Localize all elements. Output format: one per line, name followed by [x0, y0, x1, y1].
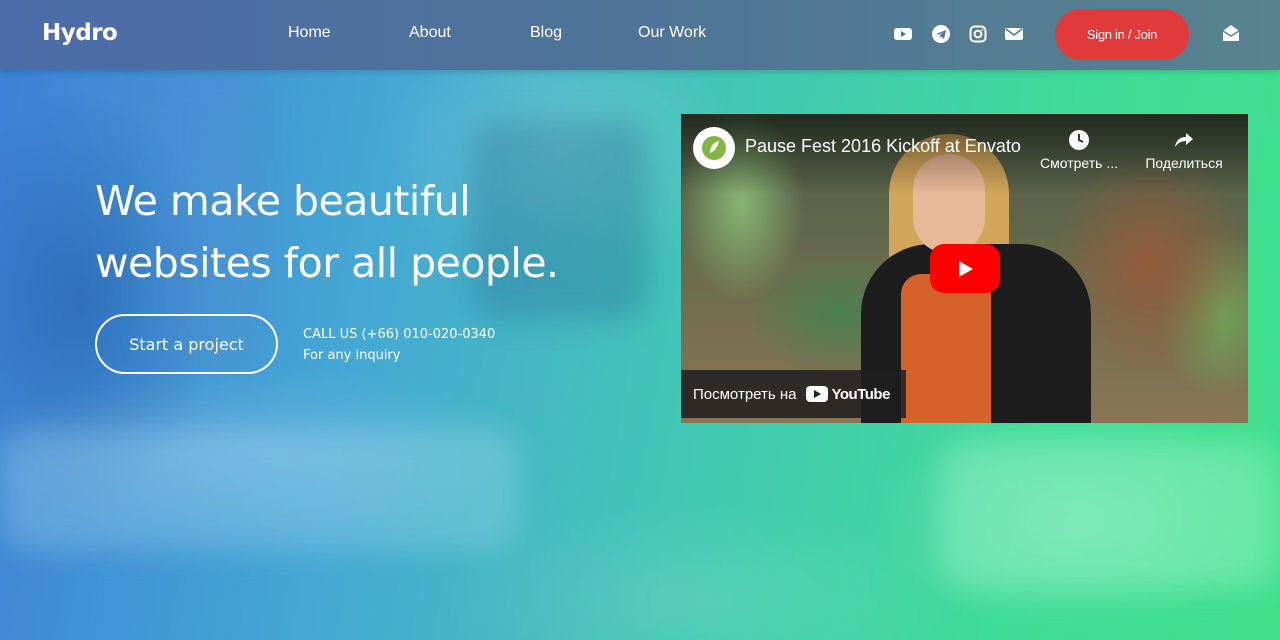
nav-link-home[interactable]: Home — [288, 24, 331, 42]
navbar: Hydro Home About Blog Our Work Sign in /… — [0, 0, 1280, 70]
signin-button[interactable]: Sign in / Join — [1055, 9, 1189, 60]
youtube-icon[interactable] — [893, 24, 913, 44]
youtube-wordmark: YouTube — [831, 385, 890, 403]
youtube-logo: YouTube — [806, 385, 890, 403]
envato-leaf-icon — [702, 136, 726, 160]
video-title[interactable]: Pause Fest 2016 Kickoff at Envato — [745, 136, 1021, 157]
background-blur-shape — [0, 430, 520, 550]
call-subtext: For any inquiry — [303, 348, 401, 363]
hero-headline: We make beautiful websites for all peopl… — [95, 170, 615, 294]
telegram-icon[interactable] — [931, 24, 951, 44]
video-thumbnail-figure — [901, 274, 991, 423]
call-phone[interactable]: CALL US (+66) 010-020-0340 — [303, 324, 495, 345]
watch-on-youtube-bar[interactable]: Посмотреть на YouTube — [681, 370, 906, 418]
play-icon — [959, 260, 973, 277]
play-button[interactable] — [930, 244, 1000, 293]
share-label: Поделиться — [1145, 155, 1223, 171]
headline-line-2: websites for all people. — [95, 239, 559, 287]
share-button[interactable]: Поделиться — [1139, 128, 1229, 171]
watch-on-label: Посмотреть на — [693, 385, 797, 403]
share-icon — [1175, 133, 1193, 147]
envelope-icon[interactable] — [1004, 24, 1024, 44]
channel-avatar[interactable] — [693, 127, 735, 169]
watch-later-button[interactable]: Смотреть ... — [1034, 128, 1124, 171]
instagram-icon[interactable] — [968, 24, 988, 44]
open-envelope-icon[interactable] — [1221, 23, 1241, 43]
youtube-embed[interactable]: Pause Fest 2016 Kickoff at Envato Смотре… — [681, 114, 1248, 423]
start-project-button[interactable]: Start a project — [95, 314, 278, 374]
watch-later-label: Смотреть ... — [1040, 155, 1118, 171]
nav-link-blog[interactable]: Blog — [530, 24, 562, 42]
headline-line-1: We make beautiful — [95, 177, 471, 225]
call-info: CALL US (+66) 010-020-0340 For any inqui… — [303, 324, 495, 366]
clock-icon — [1069, 130, 1089, 150]
brand-logo[interactable]: Hydro — [42, 20, 118, 46]
nav-link-our-work[interactable]: Our Work — [638, 24, 706, 42]
nav-link-about[interactable]: About — [409, 24, 451, 42]
youtube-play-icon — [806, 386, 829, 402]
background-blur-shape — [940, 440, 1280, 590]
